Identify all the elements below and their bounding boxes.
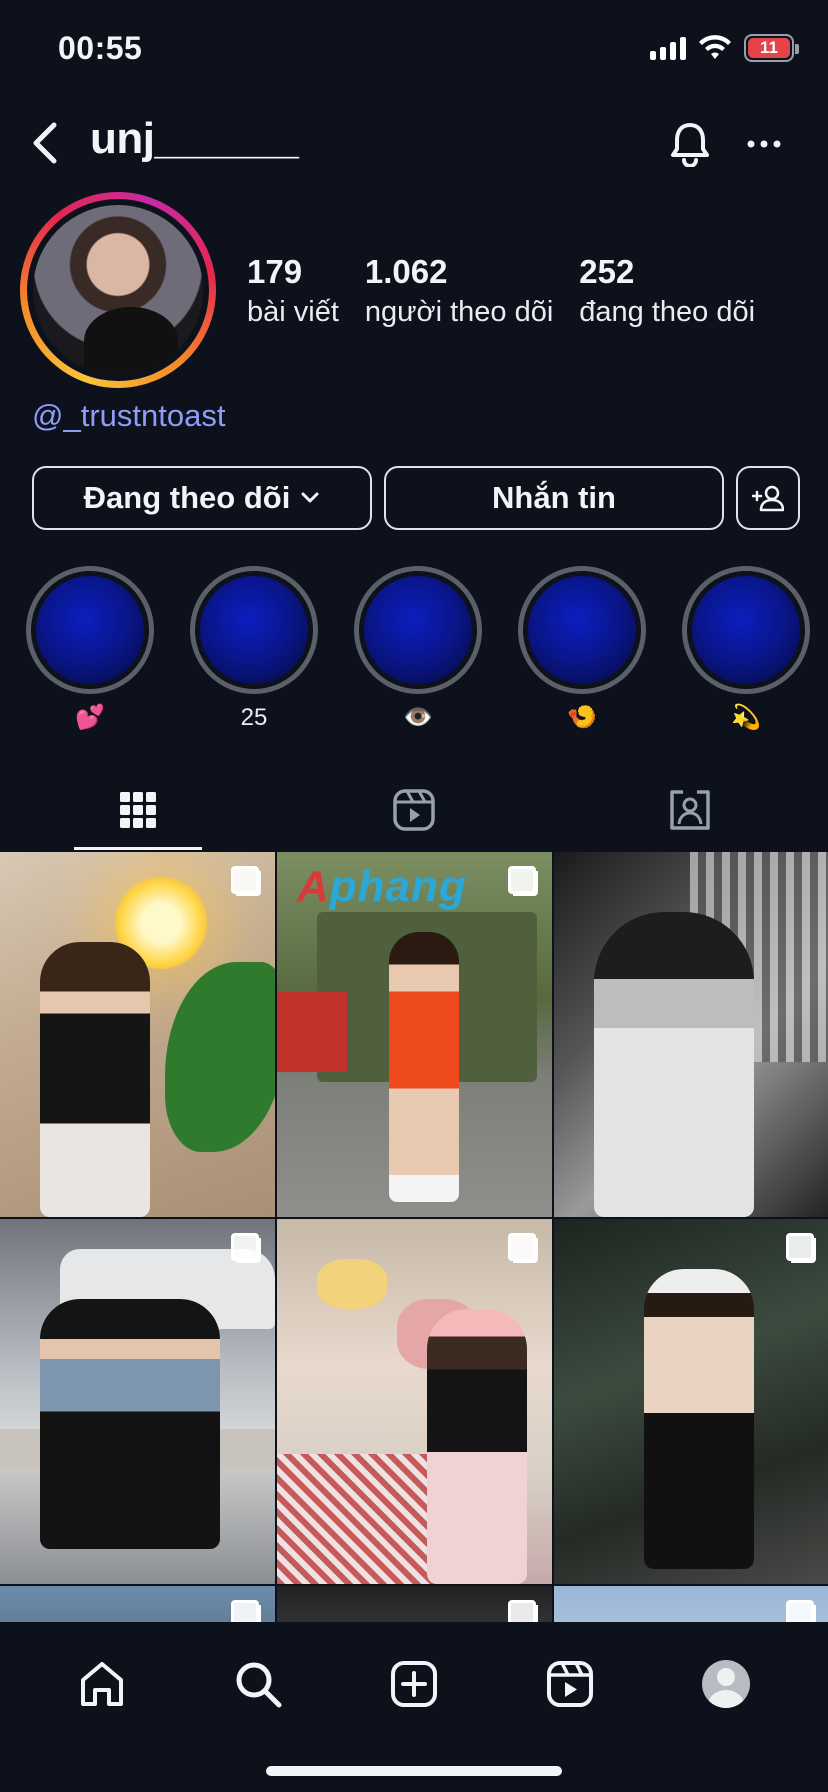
post-thumbnail[interactable] — [0, 852, 275, 1217]
post-watermark: Aphang — [297, 862, 467, 911]
nav-reels[interactable] — [534, 1648, 606, 1720]
bell-icon — [671, 123, 709, 167]
add-user-icon — [752, 485, 784, 512]
highlight-label: 💫 — [731, 704, 761, 731]
carousel-icon — [508, 866, 538, 896]
post-thumbnail[interactable] — [554, 1219, 828, 1584]
tab-reels[interactable] — [276, 770, 552, 850]
highlight-label: 👁️ — [403, 704, 433, 731]
highlight-item[interactable]: 👁️ — [354, 566, 482, 736]
stat-followers-count: 1.062 — [364, 253, 448, 290]
profile-tabs — [0, 770, 828, 850]
profile-username: unj______ — [90, 114, 299, 163]
stat-following[interactable]: 252 đang theo dõi — [579, 252, 755, 332]
status-icons: 11 — [650, 34, 799, 62]
battery-icon: 11 — [744, 34, 799, 62]
highlight-cover — [190, 566, 318, 694]
search-icon — [236, 1662, 282, 1708]
stat-posts: 179 bài viết — [247, 252, 339, 332]
story-highlights: 💕 25 👁️ 🍤 💫 — [26, 566, 810, 736]
carousel-icon — [231, 1233, 261, 1263]
highlight-item[interactable]: 💫 — [682, 566, 810, 736]
back-icon — [33, 122, 57, 164]
battery-level: 11 — [748, 38, 790, 58]
nav-profile[interactable] — [690, 1648, 762, 1720]
highlight-cover — [354, 566, 482, 694]
stat-followers[interactable]: 1.062 người theo dõi — [365, 252, 553, 332]
create-icon — [391, 1661, 437, 1707]
linked-account-link[interactable]: @_trustntoast — [32, 398, 225, 434]
message-button[interactable]: Nhắn tin — [384, 466, 724, 530]
nav-home[interactable] — [66, 1648, 138, 1720]
bottom-nav — [0, 1622, 828, 1792]
carousel-icon — [786, 1233, 816, 1263]
tab-grid[interactable] — [0, 770, 276, 850]
profile-stats: 179 bài viết 1.062 người theo dõi 252 đa… — [247, 252, 781, 332]
highlight-label: 25 — [240, 704, 268, 731]
following-button[interactable]: Đang theo dõi — [32, 466, 372, 530]
stat-following-count: 252 — [579, 253, 635, 290]
suggest-users-button[interactable] — [736, 466, 800, 530]
nav-search[interactable] — [222, 1648, 294, 1720]
grid-icon — [120, 792, 156, 828]
profile-avatar — [33, 205, 203, 375]
wifi-icon — [699, 35, 731, 59]
more-options-button[interactable] — [738, 118, 790, 170]
posts-grid: Aphang — [0, 852, 828, 1746]
stat-followers-label: người theo dõi — [364, 296, 554, 328]
tab-tagged[interactable] — [552, 770, 828, 850]
following-button-label: Đang theo dõi — [83, 480, 291, 515]
back-button[interactable] — [20, 118, 70, 168]
status-bar: 00:55 11 — [0, 0, 828, 100]
post-thumbnail[interactable] — [0, 1219, 275, 1584]
carousel-icon — [508, 1233, 538, 1263]
status-time: 00:55 — [58, 30, 143, 66]
home-icon — [81, 1662, 123, 1706]
highlight-cover — [26, 566, 154, 694]
reels-icon — [547, 1661, 593, 1707]
signal-icon — [650, 36, 686, 60]
carousel-icon — [231, 866, 261, 896]
chevron-down-icon — [301, 492, 319, 503]
more-icon — [747, 140, 781, 148]
profile-actions: Đang theo dõi Nhắn tin — [32, 466, 800, 530]
home-indicator — [266, 1766, 562, 1776]
nav-create[interactable] — [378, 1648, 450, 1720]
profile-header: unj______ — [0, 110, 828, 180]
story-ring[interactable] — [20, 192, 216, 388]
stat-posts-count: 179 — [247, 253, 303, 290]
message-button-label: Nhắn tin — [492, 480, 616, 515]
highlight-cover — [518, 566, 646, 694]
stat-following-label: đang theo dõi — [579, 296, 756, 328]
reels-icon — [393, 789, 435, 831]
highlight-cover — [682, 566, 810, 694]
tagged-icon — [670, 790, 710, 830]
post-thumbnail[interactable] — [277, 1219, 552, 1584]
post-thumbnail[interactable]: Aphang — [277, 852, 552, 1217]
profile-avatar-icon — [702, 1660, 750, 1708]
post-thumbnail[interactable] — [554, 852, 828, 1217]
highlight-item[interactable]: 25 — [190, 566, 318, 736]
highlight-item[interactable]: 💕 — [26, 566, 154, 736]
highlight-item[interactable]: 🍤 — [518, 566, 646, 736]
stat-posts-label: bài viết — [247, 296, 339, 328]
highlight-label: 🍤 — [567, 704, 597, 731]
highlight-label: 💕 — [75, 704, 105, 731]
notifications-button[interactable] — [664, 118, 716, 170]
